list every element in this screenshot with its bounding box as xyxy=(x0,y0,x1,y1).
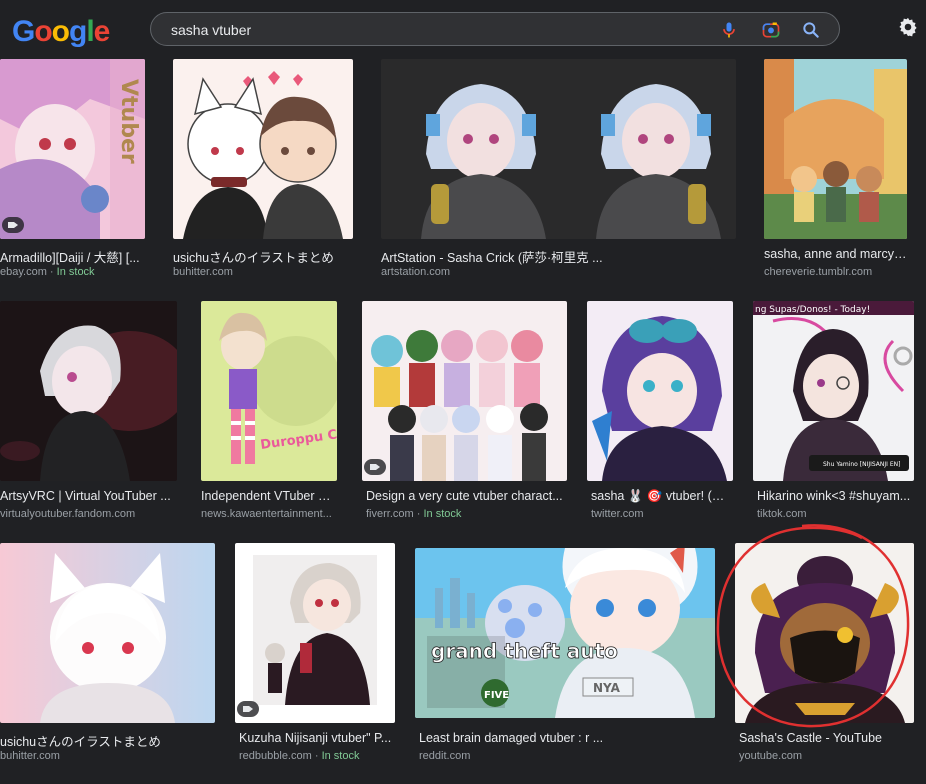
stream-name-text: Shu Yamino [NIJISANJI EN] xyxy=(823,461,900,468)
result-source: fiverr.com · In stock xyxy=(366,508,462,520)
google-logo[interactable]: Google xyxy=(12,14,111,50)
logo-letter-o2: o xyxy=(51,15,70,48)
logo-letter-g2: g xyxy=(69,15,87,48)
search-box[interactable] xyxy=(150,12,840,46)
result-image[interactable] xyxy=(0,543,215,723)
result-title[interactable]: sasha 🐰 🎯 vtuber! (@... xyxy=(591,489,731,504)
logo-letter-o1: o xyxy=(34,15,52,48)
banner-text: ng Supas/Donos! - Today! xyxy=(755,305,870,315)
result-image[interactable]: Vtuber xyxy=(0,59,145,239)
result-image[interactable]: Duroppu Charming xyxy=(201,301,337,481)
result-image[interactable]: NYA grand theft auto FIVE xyxy=(415,548,715,718)
result-source: buhitter.com xyxy=(173,266,233,278)
gear-icon[interactable] xyxy=(897,16,919,38)
result-image[interactable] xyxy=(0,301,177,481)
result-source: reddit.com xyxy=(419,750,471,762)
shopping-tag-icon xyxy=(364,459,386,475)
source-domain: ebay.com xyxy=(0,266,47,278)
result-title[interactable]: Design a very cute vtuber charact... xyxy=(366,489,566,503)
result-source: twitter.com xyxy=(591,508,644,520)
result-source: youtube.com xyxy=(739,750,802,762)
result-image[interactable] xyxy=(362,301,567,481)
stock-status: In stock xyxy=(321,750,360,762)
result-title[interactable]: usichuさんのイラストまとめ xyxy=(173,247,353,266)
result-image[interactable] xyxy=(173,59,353,239)
top-bar: Google xyxy=(0,0,926,56)
mic-icon[interactable] xyxy=(719,20,739,40)
result-source: artstation.com xyxy=(381,266,451,278)
result-title[interactable]: ArtStation - Sasha Crick (萨莎·柯里克 ... xyxy=(381,247,736,266)
result-source: buhitter.com xyxy=(0,750,60,762)
cover-text: Vtuber xyxy=(116,79,141,164)
result-title[interactable]: usichuさんのイラストまとめ xyxy=(0,731,215,750)
stock-status: In stock xyxy=(423,508,462,520)
shopping-tag-icon xyxy=(237,701,259,717)
search-icon[interactable] xyxy=(801,20,821,40)
result-source: news.kawaentertainment... xyxy=(201,508,332,520)
result-image[interactable]: ng Supas/Donos! - Today! Shu Yamino [NIJ… xyxy=(753,301,914,481)
result-title[interactable]: ArtsyVRC | Virtual YouTuber ... xyxy=(0,489,177,503)
shirt-text: NYA xyxy=(593,681,621,695)
result-title[interactable]: Kuzuha Nijisanji vtuber" P... xyxy=(239,731,394,745)
result-title[interactable]: sasha, anne and marcy ... xyxy=(764,247,907,261)
search-input[interactable] xyxy=(169,19,693,41)
logo-letter-l: l xyxy=(86,15,94,48)
logo-letter-e: e xyxy=(93,15,111,48)
result-source: chereverie.tumblr.com xyxy=(764,266,873,278)
source-domain: fiverr.com xyxy=(366,508,414,520)
result-title[interactable]: Least brain damaged vtuber : r ... xyxy=(419,731,714,745)
result-source: ebay.com · In stock xyxy=(0,266,95,278)
logo-letter-g: G xyxy=(12,15,35,48)
result-title[interactable]: Armadillo][Daiji / 大慈] [... xyxy=(0,247,145,266)
result-title[interactable]: Hikarino wink<3 #shuyam... xyxy=(757,489,912,503)
lens-icon[interactable] xyxy=(761,20,781,40)
result-image[interactable] xyxy=(235,543,395,723)
result-source: redbubble.com · In stock xyxy=(239,750,360,762)
result-title[interactable]: Independent VTuber D... xyxy=(201,489,337,503)
result-image[interactable] xyxy=(764,59,907,239)
result-image[interactable] xyxy=(381,59,736,239)
shopping-tag-icon xyxy=(2,217,24,233)
stock-status: In stock xyxy=(56,266,95,278)
source-domain: redbubble.com xyxy=(239,750,312,762)
game-logo-text: grand theft auto xyxy=(431,639,618,663)
result-image[interactable] xyxy=(587,301,733,481)
result-source: virtualyoutuber.fandom.com xyxy=(0,508,136,520)
game-five-text: FIVE xyxy=(484,690,509,701)
result-title[interactable]: Sasha's Castle - YouTube xyxy=(739,731,914,745)
annotation-circle xyxy=(716,524,910,728)
